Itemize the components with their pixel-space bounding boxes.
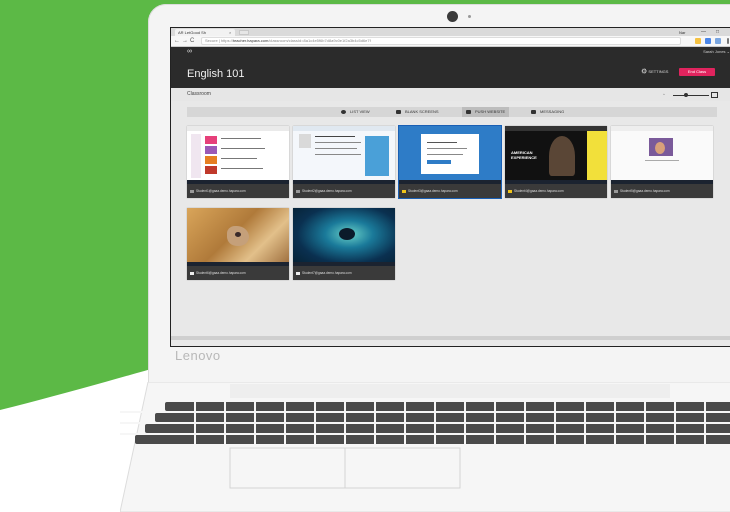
browser-user-chip[interactable]: Nar xyxy=(679,29,685,36)
browser-tab-bar: AR LetGood Sh × Nar — □ ✕ xyxy=(171,28,730,36)
zoom-track xyxy=(673,95,709,96)
student-email-text: Student1@gaaa.demo.hapara.com xyxy=(196,189,246,193)
browser-tab[interactable]: AR LetGood Sh xyxy=(175,29,235,36)
maximize-icon[interactable]: □ xyxy=(716,29,719,36)
push-website-icon xyxy=(466,109,471,114)
classroom-toolbar: Classroom ◦ xyxy=(171,88,730,101)
forward-icon[interactable]: → xyxy=(182,37,188,45)
student-screen-preview xyxy=(187,208,289,266)
mode-label: LIST VIEW xyxy=(350,109,370,114)
url-path: /classroom/classId=8a1c4e5f6b7d8a9c0e1f2… xyxy=(268,38,371,43)
url-host: teacher.hapara.com xyxy=(232,38,269,43)
student-tile[interactable]: Student5@gaaa.demo.hapara.com xyxy=(611,126,713,198)
zoom-out-icon[interactable]: ◦ xyxy=(663,93,665,98)
zoom-slider[interactable]: ◦ xyxy=(663,92,719,99)
student-email-text: Student3@gaaa.demo.hapara.com xyxy=(408,189,458,193)
class-header: English 101 ⚙ SETTINGS End Class xyxy=(171,57,730,88)
student-email: Student1@gaaa.demo.hapara.com xyxy=(187,184,289,198)
student-screen-preview xyxy=(187,126,289,184)
extension-icon[interactable] xyxy=(705,38,711,44)
user-menu[interactable]: Sarah Jones ⌄ xyxy=(703,47,730,57)
app-top-bar: ∞ Sarah Jones ⌄ xyxy=(171,47,730,57)
list-view-button[interactable]: LIST VIEW xyxy=(337,107,374,117)
reload-icon[interactable]: C xyxy=(190,37,194,45)
student-screen-preview xyxy=(399,126,501,184)
student-tile[interactable]: AMERICAN EXPERIENCE Student4@gaaa.demo.h… xyxy=(505,126,607,198)
brand-logo: Lenovo xyxy=(175,348,221,363)
mode-label: BLANK SCREENS xyxy=(405,109,439,114)
student-email-text: Student7@gaaa.demo.hapara.com xyxy=(302,271,352,275)
student-tile[interactable]: Student1@gaaa.demo.hapara.com xyxy=(187,126,289,198)
student-email: Student7@gaaa.demo.hapara.com xyxy=(293,266,395,280)
settings-button[interactable]: ⚙ SETTINGS xyxy=(641,68,668,75)
end-class-button[interactable]: End Class xyxy=(679,68,715,76)
extension-icon[interactable] xyxy=(715,38,721,44)
message-icon xyxy=(531,109,536,114)
new-tab-button[interactable] xyxy=(239,30,249,35)
student-tile[interactable]: Student3@gaaa.demo.hapara.com xyxy=(399,126,501,198)
video-title: AMERICAN EXPERIENCE xyxy=(511,150,537,160)
star-icon[interactable] xyxy=(695,38,701,44)
student-tile[interactable]: Student6@gaaa.demo.hapara.com xyxy=(187,208,289,280)
student-email-text: Student6@gaaa.demo.hapara.com xyxy=(196,271,246,275)
student-email-text: Student5@gaaa.demo.hapara.com xyxy=(620,189,670,193)
student-screen-preview xyxy=(293,208,395,266)
zoom-in-icon[interactable] xyxy=(711,92,718,98)
minimize-icon[interactable]: — xyxy=(701,29,706,36)
student-tile[interactable]: Student2@gaaa.demo.hapara.com xyxy=(293,126,395,198)
tab-label: AR LetGood Sh xyxy=(178,30,207,35)
zoom-handle[interactable] xyxy=(683,93,688,97)
student-tile[interactable]: Student7@gaaa.demo.hapara.com xyxy=(293,208,395,280)
laptop-base xyxy=(120,382,730,512)
classroom-label: Classroom xyxy=(187,91,211,97)
tab-close-icon[interactable]: × xyxy=(229,29,231,36)
mode-label: PUSH WEBSITE xyxy=(475,109,506,114)
camera-indicator xyxy=(468,15,471,18)
app-logo[interactable]: ∞ xyxy=(187,47,192,57)
settings-label: SETTINGS xyxy=(648,69,669,74)
student-email: Student2@gaaa.demo.hapara.com xyxy=(293,184,395,198)
blank-screen-icon xyxy=(396,109,401,114)
student-email: Student6@gaaa.demo.hapara.com xyxy=(187,266,289,280)
blank-screens-button[interactable]: BLANK SCREENS xyxy=(392,107,443,117)
mode-label: MESSAGING xyxy=(540,109,565,114)
back-icon[interactable]: ← xyxy=(174,37,180,45)
student-email-text: Student4@gaaa.demo.hapara.com xyxy=(514,189,564,193)
push-website-button[interactable]: PUSH WEBSITE xyxy=(462,107,510,117)
webcam-icon xyxy=(447,11,458,22)
student-email: Student5@gaaa.demo.hapara.com xyxy=(611,184,713,198)
gear-icon: ⚙ xyxy=(641,68,648,76)
horizontal-scrollbar[interactable] xyxy=(171,336,730,340)
list-icon xyxy=(341,109,346,114)
messaging-button[interactable]: MESSAGING xyxy=(527,107,568,117)
mode-toolbar: LIST VIEW BLANK SCREENS PUSH WEBSITE MES… xyxy=(187,107,717,117)
url-input[interactable]: Secure | https://teacher.hapara.com/clas… xyxy=(201,37,681,45)
student-email-text: Student2@gaaa.demo.hapara.com xyxy=(302,189,352,193)
student-email: Student4@gaaa.demo.hapara.com xyxy=(505,184,607,198)
laptop-screen: AR LetGood Sh × Nar — □ ✕ ← → C Secure |… xyxy=(170,27,730,347)
student-email: Student3@gaaa.demo.hapara.com xyxy=(399,184,501,198)
address-bar: ← → C Secure | https://teacher.hapara.co… xyxy=(171,36,730,47)
menu-icon[interactable] xyxy=(727,38,729,44)
page-title: English 101 xyxy=(187,68,245,80)
student-screen-preview xyxy=(611,126,713,184)
student-screen-preview xyxy=(293,126,395,184)
student-screen-preview: AMERICAN EXPERIENCE xyxy=(505,126,607,184)
url-prefix: Secure | https:// xyxy=(205,38,233,43)
